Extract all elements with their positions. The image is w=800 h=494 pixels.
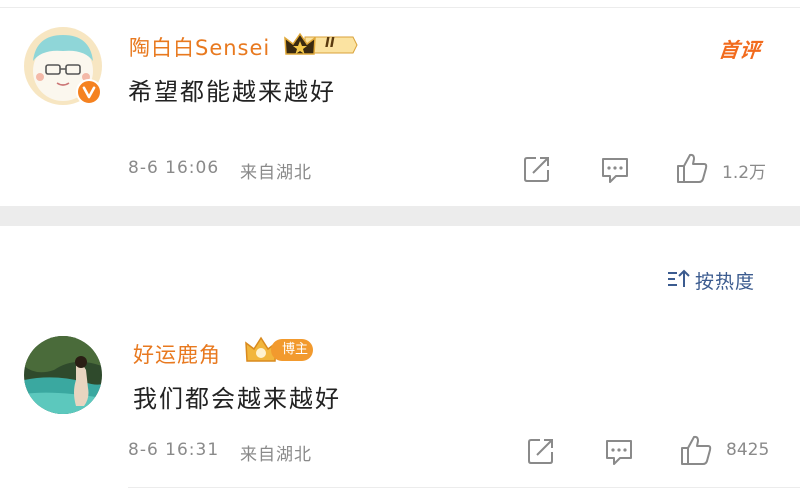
section-divider <box>0 206 800 226</box>
like-count: 8425 <box>726 440 770 460</box>
comment-text[interactable]: 希望都能越来越好 <box>128 72 336 107</box>
first-comment-badge: 首评 <box>717 38 763 62</box>
blogger-badge: 博主 <box>271 339 313 361</box>
like-count: 1.2万 <box>722 163 767 183</box>
comment-text[interactable]: 我们都会越来越好 <box>133 379 341 414</box>
comment-time: 8-6 16:06 <box>128 158 220 178</box>
share-icon[interactable] <box>526 436 556 466</box>
vip-level: II <box>325 36 335 51</box>
verified-v-icon <box>76 79 102 105</box>
comment-location: 来自湖北 <box>240 163 312 183</box>
username[interactable]: 好运鹿角 <box>133 339 221 369</box>
username[interactable]: 陶白白Sensei <box>129 32 270 62</box>
comment-time: 8-6 16:31 <box>128 440 220 460</box>
avatar[interactable] <box>24 336 102 414</box>
like-icon[interactable] <box>679 433 713 467</box>
bottom-divider <box>128 487 800 488</box>
comment-icon[interactable] <box>604 437 634 467</box>
comment-location: 来自湖北 <box>240 445 312 465</box>
like-icon[interactable] <box>675 151 709 185</box>
share-icon[interactable] <box>522 154 552 184</box>
vip-crown-icon <box>283 30 359 64</box>
comment-icon[interactable] <box>600 155 630 185</box>
